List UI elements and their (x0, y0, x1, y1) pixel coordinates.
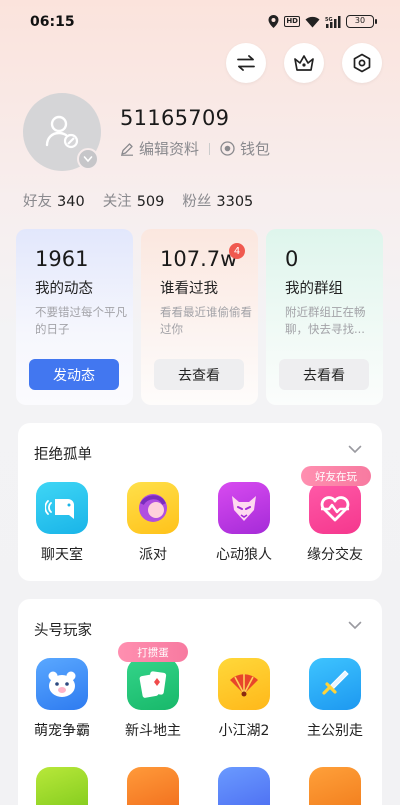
profile-links: 编辑资料 钱包 (120, 138, 270, 159)
card-desc: 不要错过每个平凡的日子 (35, 305, 127, 336)
card-my-groups[interactable]: 0 我的群组 附近群组正在畅聊，快去寻找... 去看看 (266, 229, 383, 405)
wallet-icon (220, 141, 235, 156)
edit-profile-link[interactable]: 编辑资料 (120, 138, 199, 159)
monkey-game-icon[interactable] (309, 767, 361, 805)
stat-label: 好友 (23, 194, 52, 210)
section-title: 拒绝孤单 (34, 447, 92, 463)
app-label: 聊天室 (41, 547, 83, 563)
app-werewolf[interactable]: 心动狼人 (204, 482, 284, 564)
stat-label: 粉丝 (182, 194, 212, 210)
crown-icon (294, 55, 314, 71)
default-avatar-icon (45, 115, 79, 149)
card-my-posts[interactable]: 1961 我的动态 不要错过每个平凡的日子 发动态 (16, 229, 133, 405)
chevron-down-icon[interactable] (348, 445, 362, 454)
status-icons: HD 5G 30 (268, 15, 377, 28)
app-label: 小江湖2 (218, 723, 270, 739)
signal-icon: 5G (325, 15, 341, 28)
app-match-friends[interactable]: 缘分交友 (295, 482, 375, 564)
user-id: 51165709 (120, 106, 230, 130)
card-title: 谁看过我 (160, 281, 218, 297)
app-lord-stay[interactable]: 主公别走 (295, 658, 375, 740)
card-desc: 看看最近谁偷偷看过你 (160, 305, 252, 336)
edit-profile-label: 编辑资料 (139, 140, 200, 158)
app-party[interactable]: 派对 (113, 482, 193, 564)
wallet-label: 钱包 (240, 140, 271, 158)
stat-friends[interactable]: 好友 340 (23, 190, 85, 211)
card-title: 我的群组 (285, 281, 343, 297)
battery-icon: 30 (346, 15, 377, 28)
view-visitors-button[interactable]: 去查看 (154, 359, 244, 390)
section-social: 拒绝孤单 聊天室 派对 心动狼人 缘分交友 好友在玩 (18, 423, 382, 581)
app-chat-room[interactable]: 聊天室 (22, 482, 102, 564)
cards-icon (127, 658, 179, 710)
avatar-badge (77, 148, 99, 170)
vip-button[interactable] (284, 43, 324, 83)
app-pet-battle[interactable]: 萌宠争霸 (22, 658, 102, 740)
wallet-link[interactable]: 钱包 (220, 138, 270, 159)
chevron-down-icon[interactable] (348, 621, 362, 630)
location-icon (268, 15, 279, 28)
section-games: 头号玩家 萌宠争霸 新斗地主 小江湖2 主公别走 打掼蛋 (18, 599, 382, 805)
card-number: 1961 (35, 247, 89, 271)
stats-row: 好友 340 关注 509 粉丝 3305 (23, 190, 253, 211)
sprout-game-icon[interactable] (36, 767, 88, 805)
switch-icon (237, 55, 255, 71)
app-label: 萌宠争霸 (34, 723, 90, 739)
app-label: 心动狼人 (216, 547, 272, 563)
chevron-down-icon (83, 156, 93, 163)
divider (209, 142, 211, 155)
sword-icon (309, 658, 361, 710)
wolf-icon (218, 482, 270, 534)
card-title: 我的动态 (35, 281, 93, 297)
fan-icon (218, 658, 270, 710)
settings-icon (353, 53, 371, 73)
friends-playing-tag: 好友在玩 (301, 466, 371, 486)
card-visitors[interactable]: 107.7w 4 谁看过我 看看最近谁偷偷看过你 去查看 (141, 229, 258, 405)
stat-value: 509 (136, 194, 165, 210)
app-jianghu[interactable]: 小江湖2 (204, 658, 284, 740)
card-number: 0 (285, 247, 299, 271)
app-landlord[interactable]: 新斗地主 (113, 658, 193, 740)
stat-fans[interactable]: 粉丝 3305 (182, 190, 253, 211)
chat-room-icon (36, 482, 88, 534)
notification-badge: 4 (229, 243, 245, 259)
guandan-tag: 打掼蛋 (118, 642, 188, 662)
stat-value: 3305 (216, 194, 254, 210)
settings-button[interactable] (342, 43, 382, 83)
switch-button[interactable] (226, 43, 266, 83)
stat-following[interactable]: 关注 509 (103, 190, 165, 211)
card-desc: 附近群组正在畅聊，快去寻找... (285, 305, 366, 336)
warrior-game-icon[interactable] (127, 767, 179, 805)
heart-match-icon (309, 482, 361, 534)
app-label: 缘分交友 (307, 547, 363, 563)
app-label: 主公别走 (307, 723, 363, 739)
post-button[interactable]: 发动态 (29, 359, 119, 390)
stat-label: 关注 (102, 194, 132, 210)
feature-cards: 1961 我的动态 不要错过每个平凡的日子 发动态 107.7w 4 谁看过我 … (16, 229, 384, 405)
hd-icon: HD (284, 16, 300, 27)
view-groups-button[interactable]: 去看看 (279, 359, 369, 390)
wifi-icon (305, 16, 320, 27)
wings-game-icon[interactable] (218, 767, 270, 805)
app-label: 派对 (139, 547, 167, 563)
stat-value: 340 (57, 194, 85, 210)
party-icon (127, 482, 179, 534)
app-label: 新斗地主 (125, 723, 181, 739)
edit-icon (121, 142, 133, 156)
status-time: 06:15 (30, 14, 75, 30)
bear-icon (36, 658, 88, 710)
section-title: 头号玩家 (34, 623, 92, 639)
